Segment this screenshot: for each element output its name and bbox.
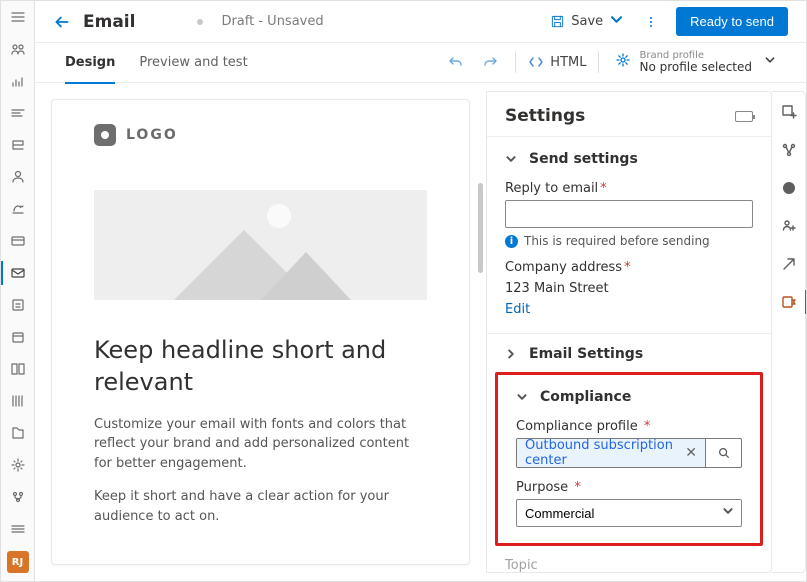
ready-to-send-button[interactable]: Ready to send <box>676 7 788 36</box>
hero-image-placeholder[interactable] <box>94 190 427 300</box>
top-bar: Email Draft - Unsaved Save Ready to send <box>35 1 806 43</box>
more-actions-button[interactable] <box>638 15 664 29</box>
send-test-button[interactable] <box>779 254 799 274</box>
compliance-profile-label: Compliance profile <box>516 419 638 434</box>
compliance-highlight-box: Compliance Compliance profile * Outbound… <box>495 372 763 546</box>
hamburger-icon[interactable] <box>1 1 35 33</box>
purpose-field: Purpose * <box>516 480 742 527</box>
logo-mark-icon <box>94 124 116 146</box>
save-button[interactable]: Save <box>548 8 626 35</box>
reply-required-hint: This is required before sending <box>524 234 710 248</box>
purpose-select[interactable] <box>516 499 742 527</box>
section-email-settings[interactable]: Email Settings <box>505 344 753 364</box>
undo-button[interactable] <box>443 54 469 70</box>
canvas-scrollbar[interactable] <box>478 183 483 273</box>
compliance-profile-combo[interactable]: Outbound subscription center ✕ <box>516 438 742 468</box>
nav-item-14[interactable] <box>1 481 35 513</box>
nav-item-2[interactable] <box>1 65 35 97</box>
redo-button[interactable] <box>477 54 503 70</box>
company-address-field: Company address* 123 Main Street Edit <box>505 260 753 317</box>
body-paragraph-1[interactable]: Customize your email with fonts and colo… <box>94 415 424 474</box>
search-icon[interactable] <box>705 439 741 467</box>
settings-strip-button[interactable] <box>779 292 799 312</box>
chevron-down-icon <box>764 54 776 70</box>
separator <box>515 51 516 73</box>
add-element-button[interactable] <box>779 102 799 122</box>
clear-chip-icon[interactable]: ✕ <box>685 445 697 461</box>
compliance-profile-chip[interactable]: Outbound subscription center ✕ <box>517 439 705 467</box>
reply-to-label: Reply to email <box>505 181 598 196</box>
topic-field: Topic <box>505 558 753 573</box>
draft-status: Draft - Unsaved <box>221 14 323 29</box>
nav-item-7[interactable] <box>1 225 35 257</box>
section-send-settings[interactable]: Send settings <box>505 149 753 169</box>
topic-label: Topic <box>505 558 753 573</box>
nav-item-11[interactable] <box>1 385 35 417</box>
section-compliance[interactable]: Compliance <box>516 387 742 407</box>
save-label: Save <box>571 14 603 29</box>
nav-item-13[interactable] <box>1 449 35 481</box>
required-marker: * <box>644 419 651 434</box>
email-settings-label: Email Settings <box>529 346 643 362</box>
chevron-down-icon <box>505 153 519 165</box>
theme-button[interactable] <box>779 178 799 198</box>
send-settings-label: Send settings <box>529 151 638 167</box>
required-marker: * <box>600 181 607 196</box>
tab-design[interactable]: Design <box>65 43 115 83</box>
brand-profile-selector[interactable]: Brand profile No profile selected <box>611 50 776 75</box>
chevron-down-icon <box>516 391 530 403</box>
gear-icon <box>615 52 631 72</box>
panel-title: Settings <box>505 106 585 126</box>
chevron-right-icon <box>505 348 519 360</box>
connections-button[interactable] <box>779 140 799 160</box>
company-address-label: Company address <box>505 260 622 275</box>
status-dot-icon <box>197 19 203 25</box>
right-icon-strip <box>772 91 806 573</box>
back-button[interactable] <box>53 13 71 31</box>
nav-item-1[interactable] <box>1 33 35 65</box>
email-canvas-area[interactable]: LOGO Keep headline short and relevant Cu… <box>35 83 486 581</box>
brand-value: No profile selected <box>639 61 752 75</box>
company-address-value: 123 Main Street <box>505 281 753 296</box>
compliance-profile-value: Outbound subscription center <box>525 438 677 468</box>
headline-text[interactable]: Keep headline short and relevant <box>94 334 427 399</box>
required-marker: * <box>574 480 581 495</box>
nav-item-5[interactable] <box>1 161 35 193</box>
save-dropdown-icon[interactable] <box>609 12 624 31</box>
nav-item-8[interactable] <box>1 289 35 321</box>
compliance-profile-field: Compliance profile * Outbound subscripti… <box>516 419 742 468</box>
email-canvas[interactable]: LOGO Keep headline short and relevant Cu… <box>51 99 470 565</box>
battery-icon <box>735 111 753 122</box>
settings-panel: Settings Send settings Reply to email* <box>487 91 772 573</box>
separator <box>598 51 599 73</box>
left-nav-rail: RJ <box>1 1 35 581</box>
purpose-label: Purpose <box>516 480 568 495</box>
logo-block[interactable]: LOGO <box>94 124 427 146</box>
nav-item-12[interactable] <box>1 417 35 449</box>
body-paragraph-2[interactable]: Keep it short and have a clear action fo… <box>94 487 424 526</box>
nav-item-10[interactable] <box>1 353 35 385</box>
reply-to-field: Reply to email* i This is required befor… <box>505 181 753 248</box>
html-label: HTML <box>550 55 586 70</box>
tab-preview[interactable]: Preview and test <box>139 43 247 83</box>
reply-to-input[interactable] <box>505 200 753 228</box>
html-toggle-button[interactable]: HTML <box>528 54 586 70</box>
nav-item-9[interactable] <box>1 321 35 353</box>
nav-item-email[interactable] <box>1 257 35 289</box>
user-avatar[interactable]: RJ <box>7 551 29 573</box>
logo-text: LOGO <box>126 127 178 143</box>
page-title: Email <box>83 12 135 32</box>
personalize-button[interactable] <box>779 216 799 236</box>
nav-item-15[interactable] <box>1 513 35 545</box>
nav-item-3[interactable] <box>1 97 35 129</box>
nav-item-6[interactable] <box>1 193 35 225</box>
edit-company-address-link[interactable]: Edit <box>505 302 530 317</box>
tab-bar: Design Preview and test HTML <box>35 43 806 83</box>
required-marker: * <box>624 260 631 275</box>
info-icon: i <box>505 235 518 248</box>
nav-item-4[interactable] <box>1 129 35 161</box>
compliance-label: Compliance <box>540 389 631 405</box>
